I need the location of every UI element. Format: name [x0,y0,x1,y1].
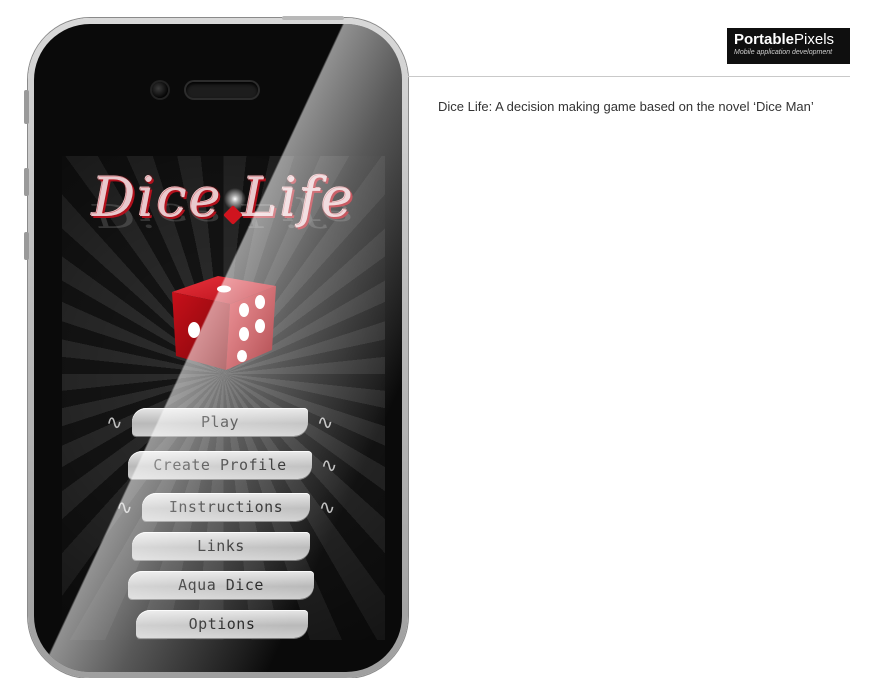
brand-name: PortablePixels [734,32,844,48]
play-button[interactable]: ∿ Play ∿ [106,408,333,436]
swirl-ornament-icon: ∿ [316,410,334,434]
options-button[interactable]: Options [136,610,308,638]
app-description: Dice Life: A decision making game based … [438,99,814,114]
phone-body: Dice Life Dice Life ∿ Play ∿ Create Prof… [34,24,402,672]
iphone-mockup: Dice Life Dice Life ∿ Play ∿ Create Prof… [24,16,408,678]
instructions-button-label: Instructions [168,498,284,516]
options-button-label: Options [188,615,256,633]
earpiece-speaker [186,82,258,98]
mute-switch [24,90,29,124]
front-camera-icon [152,82,168,98]
instructions-button[interactable]: ∿ Instructions ∿ [116,493,335,521]
create-profile-button-label: Create Profile [153,456,287,474]
links-button[interactable]: Links [132,532,310,560]
brand-name-light: Pixels [794,31,835,48]
app-screen: Dice Life Dice Life ∿ Play ∿ Create Prof… [62,156,385,640]
aqua-dice-button[interactable]: Aqua Dice [128,571,314,599]
header-divider [408,76,850,77]
die-graphic [172,276,276,370]
brand-tagline: Mobile application development [734,49,833,56]
play-button-label: Play [200,413,240,431]
red-die-icon[interactable] [164,270,284,374]
swirl-ornament-icon: ∿ [116,495,134,519]
power-button [282,16,344,20]
create-profile-button[interactable]: Create Profile ∿ [128,451,337,479]
volume-down-button [24,232,29,260]
volume-up-button [24,168,29,196]
links-button-label: Links [197,537,245,555]
portable-pixels-logo: PortablePixels Mobile application develo… [727,28,850,64]
brand-name-bold: Portable [734,31,795,48]
swirl-ornament-icon: ∿ [106,410,124,434]
aqua-dice-button-label: Aqua Dice [178,576,264,594]
swirl-ornament-icon: ∿ [320,453,338,477]
swirl-ornament-icon: ∿ [318,495,336,519]
